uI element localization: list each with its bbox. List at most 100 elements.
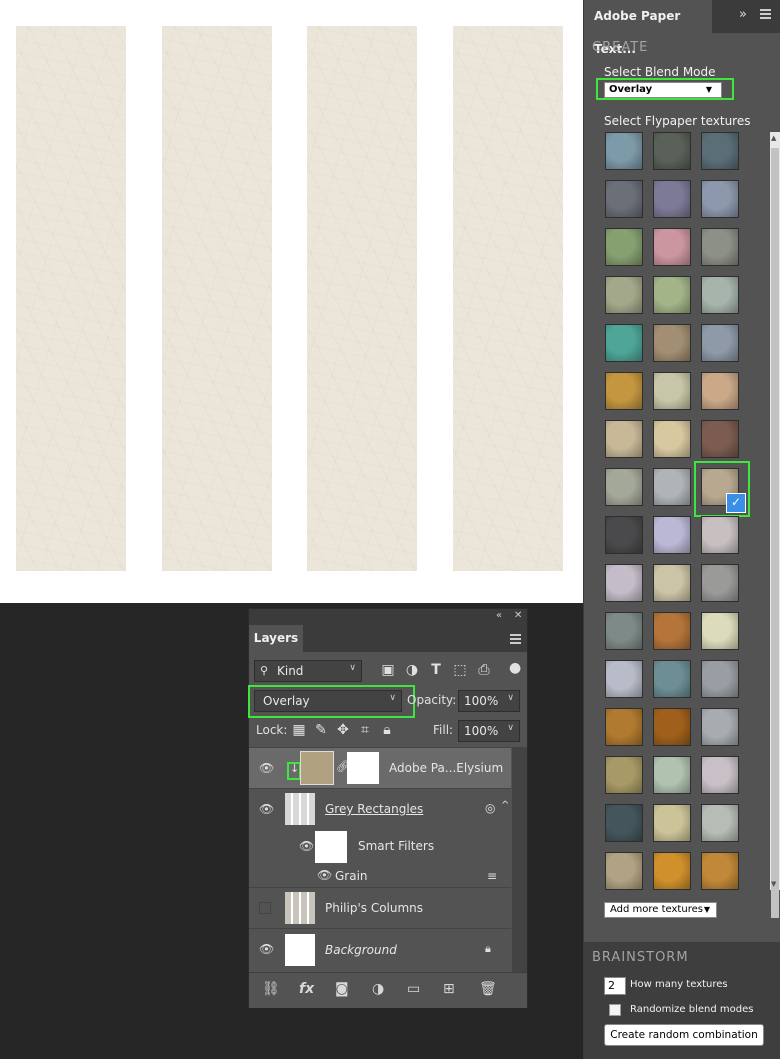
texture-swatch[interactable]	[606, 757, 642, 793]
texture-swatch[interactable]	[606, 853, 642, 889]
texture-swatch[interactable]	[654, 469, 690, 505]
texture-swatch[interactable]	[702, 805, 738, 841]
visibility-eye-icon[interactable]: 👁︎	[317, 868, 332, 882]
lock-all-icon[interactable]: 🔒︎	[380, 722, 394, 738]
texture-swatch[interactable]	[606, 325, 642, 361]
lock-artboard-icon[interactable]: ⌗	[358, 722, 372, 738]
scroll-down-icon[interactable]: ▼	[771, 880, 776, 888]
texture-swatch[interactable]: ✓	[702, 469, 746, 513]
panel-menu-icon[interactable]	[760, 9, 771, 21]
texture-swatch[interactable]	[654, 229, 690, 265]
texture-swatch[interactable]	[702, 757, 738, 793]
texture-swatch[interactable]	[606, 133, 642, 169]
texture-swatch[interactable]	[606, 469, 642, 505]
texture-swatch[interactable]	[702, 373, 738, 409]
texture-swatch[interactable]	[654, 517, 690, 553]
type-filter-icon[interactable]: T	[428, 662, 444, 678]
texture-swatch[interactable]	[606, 661, 642, 697]
scroll-up-icon[interactable]: ▲	[771, 134, 776, 142]
adjustment-filter-icon[interactable]: ◑	[404, 662, 420, 678]
visibility-eye-icon[interactable]: 👁︎	[259, 761, 274, 775]
new-group-icon[interactable]: ▭	[407, 981, 420, 997]
texture-swatch[interactable]	[654, 613, 690, 649]
texture-swatch[interactable]	[654, 133, 690, 169]
texture-swatch[interactable]	[654, 421, 690, 457]
filter-kind-select[interactable]: ⚲ Kind ∨	[254, 660, 362, 682]
layer-row-grey-rectangles[interactable]: 👁︎ Grey Rectangles ◎ ^	[249, 788, 511, 829]
layer-row-paper-texture[interactable]: 👁︎ ↓ 🔗︎ Adobe Pa...Elysium	[249, 747, 511, 788]
document-canvas[interactable]	[0, 0, 583, 603]
texture-swatch[interactable]	[606, 421, 642, 457]
link-layers-icon[interactable]: ⛓︎	[262, 981, 280, 997]
opacity-field[interactable]: 100% ∨	[458, 690, 520, 712]
filter-toggle-icon[interactable]: ●	[509, 660, 521, 676]
filter-options-icon[interactable]: ≡	[487, 869, 497, 883]
visibility-eye-icon[interactable]: 👁︎	[259, 942, 274, 956]
texture-swatch[interactable]	[654, 853, 690, 889]
create-random-button[interactable]: Create random combination	[604, 1024, 764, 1046]
layer-row-background[interactable]: 👁︎ Background 🔒︎	[249, 928, 511, 970]
smart-object-filter-icon[interactable]: ⎙	[476, 662, 492, 678]
texture-swatch[interactable]	[606, 565, 642, 601]
collapse-arrow-icon[interactable]: ^	[501, 800, 509, 811]
texture-swatch[interactable]	[606, 709, 642, 745]
collapse-icon[interactable]: «	[496, 610, 502, 621]
texture-swatch[interactable]	[606, 517, 642, 553]
tab-layers[interactable]: Layers	[249, 625, 303, 652]
layers-menu-icon[interactable]	[510, 634, 521, 646]
texture-swatch[interactable]	[702, 517, 738, 553]
texture-swatch[interactable]	[702, 709, 738, 745]
texture-swatch[interactable]	[654, 325, 690, 361]
texture-swatch[interactable]	[654, 181, 690, 217]
texture-swatch[interactable]	[606, 373, 642, 409]
texture-swatch[interactable]	[654, 709, 690, 745]
texture-swatch[interactable]	[702, 565, 738, 601]
texture-swatch[interactable]	[702, 421, 738, 457]
texture-swatch[interactable]	[702, 661, 738, 697]
visibility-eye-icon[interactable]: 👁︎	[259, 802, 274, 816]
texture-scrollbar[interactable]: ▲ ▼	[770, 132, 780, 918]
how-many-input[interactable]: 2	[604, 977, 626, 995]
blend-mode-select[interactable]: Overlay ▼	[604, 82, 722, 98]
texture-swatch[interactable]	[654, 661, 690, 697]
texture-swatch[interactable]	[606, 229, 642, 265]
texture-swatch[interactable]	[702, 277, 738, 313]
image-filter-icon[interactable]: ▣	[380, 662, 396, 678]
fill-field[interactable]: 100% ∨	[458, 720, 520, 742]
layer-row-philips-columns[interactable]: Philip's Columns	[249, 887, 511, 928]
add-mask-icon[interactable]: ◙	[335, 981, 349, 997]
texture-swatch[interactable]	[654, 373, 690, 409]
texture-swatch[interactable]	[702, 181, 738, 217]
delete-layer-icon[interactable]: 🗑︎	[479, 981, 497, 997]
texture-swatch[interactable]	[606, 613, 642, 649]
shape-filter-icon[interactable]: ⬚	[452, 662, 468, 678]
add-more-textures-button[interactable]: Add more textures ▼	[604, 902, 717, 918]
texture-swatch[interactable]	[702, 133, 738, 169]
panel-tab[interactable]: Adobe Paper Text...	[584, 0, 712, 56]
layer-row-smart-filters[interactable]: 👁︎ Smart Filters	[249, 829, 511, 865]
texture-swatch[interactable]	[702, 325, 738, 361]
texture-swatch[interactable]	[654, 565, 690, 601]
randomize-checkbox[interactable]	[609, 1004, 621, 1016]
adjustment-layer-icon[interactable]: ◑	[372, 981, 384, 997]
texture-swatch[interactable]	[654, 757, 690, 793]
lock-position-icon[interactable]: ✥	[336, 722, 350, 738]
texture-swatch[interactable]	[702, 229, 738, 265]
texture-swatch[interactable]	[654, 277, 690, 313]
layers-scrollbar[interactable]	[512, 747, 527, 973]
fx-icon[interactable]: fx	[299, 981, 314, 997]
texture-swatch[interactable]	[606, 181, 642, 217]
layer-blend-select[interactable]: Overlay ∨	[254, 690, 402, 712]
close-icon[interactable]: ✕	[514, 610, 522, 621]
collapse-icon[interactable]: »	[739, 7, 747, 22]
scrollbar-thumb[interactable]	[771, 148, 779, 918]
new-layer-icon[interactable]: ⊞	[443, 981, 455, 997]
layer-row-grain[interactable]: 👁︎ Grain ≡	[249, 865, 511, 887]
texture-swatch[interactable]	[654, 805, 690, 841]
visibility-off-box[interactable]	[259, 902, 271, 914]
lock-transparent-icon[interactable]: ▦	[292, 722, 306, 738]
texture-swatch[interactable]	[606, 277, 642, 313]
texture-swatch[interactable]	[606, 805, 642, 841]
lock-pixels-icon[interactable]: ✎	[314, 722, 328, 738]
texture-swatch[interactable]	[702, 613, 738, 649]
